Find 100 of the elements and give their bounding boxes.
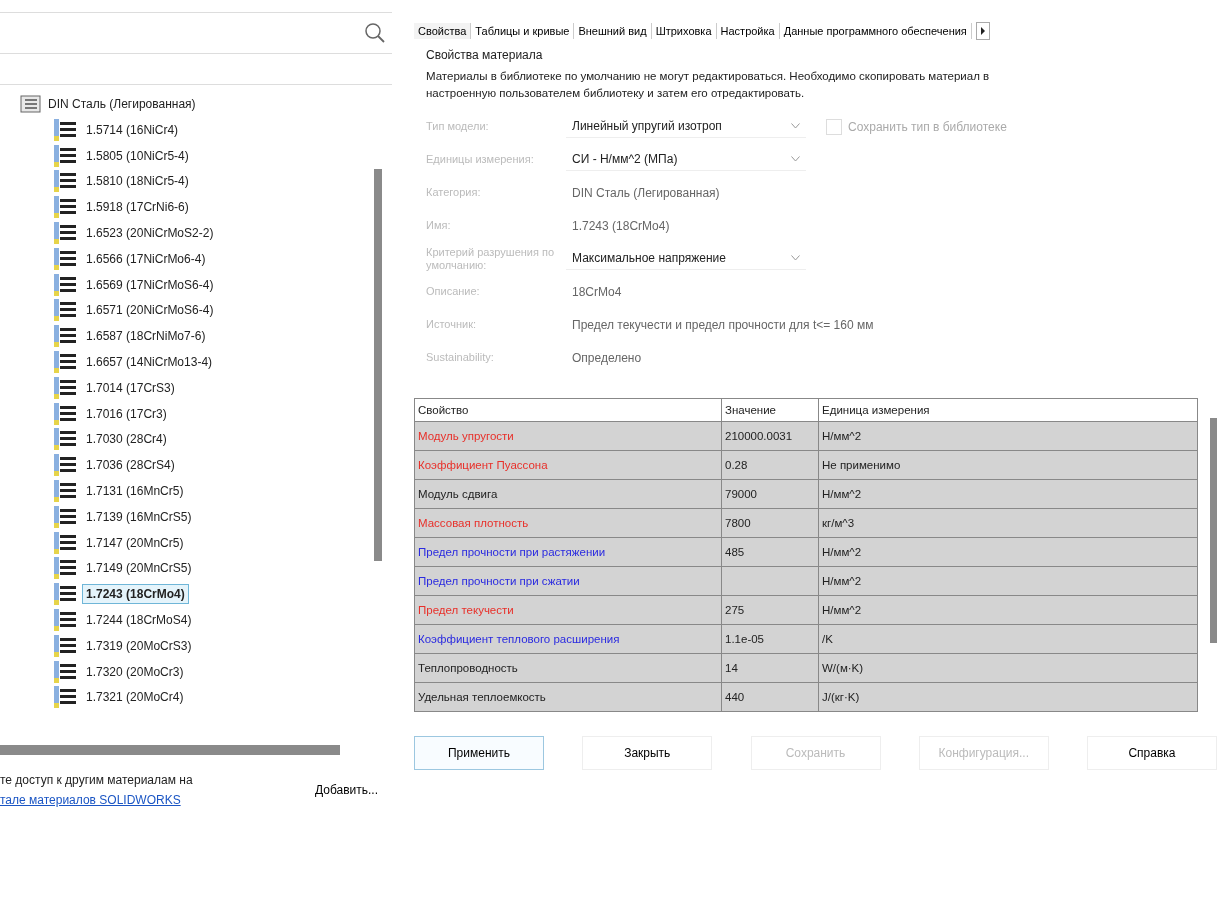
dialog-button[interactable]: Справка [1087, 736, 1217, 770]
table-cell: 1.1e-05 [721, 624, 819, 654]
section-title: Свойства материала [426, 48, 544, 62]
material-icon [54, 608, 76, 633]
field-label: Описание: [426, 285, 481, 298]
table-cell: 14 [721, 653, 819, 683]
table-cell: J/(кг·K) [818, 682, 1198, 712]
material-icon [54, 401, 76, 426]
tree-item[interactable]: 1.7319 (20MoCrS3) [82, 635, 196, 656]
tree-item[interactable]: DIN Сталь (Легированная) [20, 91, 374, 117]
tree-item[interactable]: 1.6587 (18CrNiMo7-6) [82, 326, 210, 347]
scrollbar[interactable] [0, 745, 340, 755]
tree-item[interactable]: 1.6657 (14NiCrMo13-4) [82, 352, 217, 373]
table-cell: Н/мм^2 [818, 479, 1198, 509]
tree-item[interactable]: 1.7243 (18CrMo4) [82, 584, 189, 605]
table-cell: Предел прочности при растяжении [414, 537, 722, 567]
search-field[interactable] [0, 12, 392, 54]
material-icon [54, 582, 76, 607]
field-value: DIN Сталь (Легированная) [571, 185, 720, 200]
tree-item[interactable]: 1.6523 (20NiCrMoS2-2) [82, 223, 218, 244]
caret-icon [791, 255, 800, 261]
table-cell: Модуль упругости [414, 421, 722, 451]
field-label: Источник: [426, 318, 477, 331]
table-cell: кг/м^3 [818, 508, 1198, 538]
material-icon [54, 169, 76, 194]
column-header: Свойство [414, 398, 722, 422]
tree-item[interactable]: 1.5810 (18NiCr5-4) [82, 171, 193, 192]
tree-item[interactable]: 1.7244 (18CrMoS4) [82, 610, 196, 631]
dropdown[interactable]: СИ - Н/мм^2 (МПа) [566, 148, 806, 171]
tree-item[interactable]: 1.7149 (20MnCrS5) [82, 558, 196, 579]
table-cell: 7800 [721, 508, 819, 538]
tree-item[interactable]: 1.5714 (16NiCr4) [82, 119, 183, 140]
tree-item[interactable]: 1.7036 (28CrS4) [82, 455, 179, 476]
material-icon [54, 272, 76, 297]
material-icon [54, 685, 76, 710]
material-icon [54, 530, 76, 555]
tree-item[interactable]: 1.7147 (20MnCr5) [82, 532, 188, 553]
table-cell: Теплопроводность [414, 653, 722, 683]
material-icon [54, 427, 76, 452]
material-icon [54, 298, 76, 323]
table-cell: Н/мм^2 [818, 566, 1198, 596]
tree-item[interactable]: 1.5805 (10NiCr5-4) [82, 145, 193, 166]
caret-icon [791, 156, 800, 162]
material-icon [54, 556, 76, 581]
field-value: 18CrMo4 [571, 284, 622, 299]
table-cell: 79000 [721, 479, 819, 509]
table-cell: 485 [721, 537, 819, 567]
field-value: 1.7243 (18CrMo4) [571, 218, 670, 233]
field-label: Sustainability: [426, 351, 495, 364]
field-label: Категория: [426, 186, 482, 199]
table-cell: Н/мм^2 [818, 595, 1198, 625]
tree-item[interactable]: 1.7320 (20MoCr3) [82, 661, 188, 682]
material-icon [54, 143, 76, 168]
table-cell: Н/мм^2 [818, 421, 1198, 451]
material-icon [54, 504, 76, 529]
material-icon [54, 633, 76, 658]
material-icon [54, 659, 76, 684]
tree-label: DIN Сталь (Легированная) [48, 97, 196, 111]
tree-item[interactable]: 1.7321 (20MoCr4) [82, 687, 188, 708]
scroll-right-icon[interactable] [975, 22, 990, 40]
table-cell: /K [818, 624, 1198, 654]
table-cell: Модуль сдвига [414, 479, 722, 509]
table-cell: Коэффициент теплового расширения [414, 624, 722, 654]
tree-item[interactable]: 1.5918 (17CrNi6-6) [82, 197, 193, 218]
table-cell: Предел текучести [414, 595, 722, 625]
tree-item[interactable]: 1.7131 (16MnCr5) [82, 481, 188, 502]
table-cell: Н/мм^2 [818, 537, 1198, 567]
dropdown[interactable]: Линейный упругий изотроп [566, 115, 806, 138]
library-icon [20, 94, 42, 114]
portal-link[interactable]: тале материалов SOLIDWORKS [0, 793, 193, 807]
column-header: Значение [721, 398, 819, 422]
dialog-button[interactable]: Закрыть [582, 736, 713, 770]
table-cell: Предел прочности при сжатии [414, 566, 722, 596]
material-icon [54, 117, 76, 142]
table-cell: 210000.0031 [721, 421, 819, 451]
tree-item[interactable]: 1.6566 (17NiCrMo6-4) [82, 248, 210, 269]
tree-item[interactable]: 1.7139 (16MnCrS5) [82, 506, 196, 527]
table-cell: Коэффициент Пуассона [414, 450, 722, 480]
tree-item[interactable]: 1.7030 (28Cr4) [82, 429, 171, 450]
tree-item[interactable]: 1.7016 (17Cr3) [82, 403, 171, 424]
scrollbar[interactable] [374, 169, 382, 561]
material-icon [54, 195, 76, 220]
tab[interactable]: Свойства [414, 23, 472, 39]
dropdown[interactable]: Максимальное напряжение [566, 247, 806, 270]
field-value: Определено [571, 350, 642, 365]
tree-item[interactable]: 1.6571 (20NiCrMoS6-4) [82, 300, 218, 321]
table-cell: Массовая плотность [414, 508, 722, 538]
table-cell: 0.28 [721, 450, 819, 480]
dialog-button[interactable]: Применить [414, 736, 544, 770]
tree-item[interactable]: 1.6569 (17NiCrMoS6-4) [82, 274, 218, 295]
material-icon [54, 375, 76, 400]
material-icon [54, 324, 76, 349]
field-label: Имя: [426, 219, 452, 232]
table-cell: Не применимо [818, 450, 1198, 480]
tree-item[interactable]: 1.7014 (17CrS3) [82, 377, 179, 398]
table-cell: W/(м·K) [818, 653, 1198, 683]
scrollbar[interactable] [1210, 418, 1217, 643]
table-cell: 440 [721, 682, 819, 712]
material-icon [54, 453, 76, 478]
search-icon[interactable] [364, 22, 386, 44]
